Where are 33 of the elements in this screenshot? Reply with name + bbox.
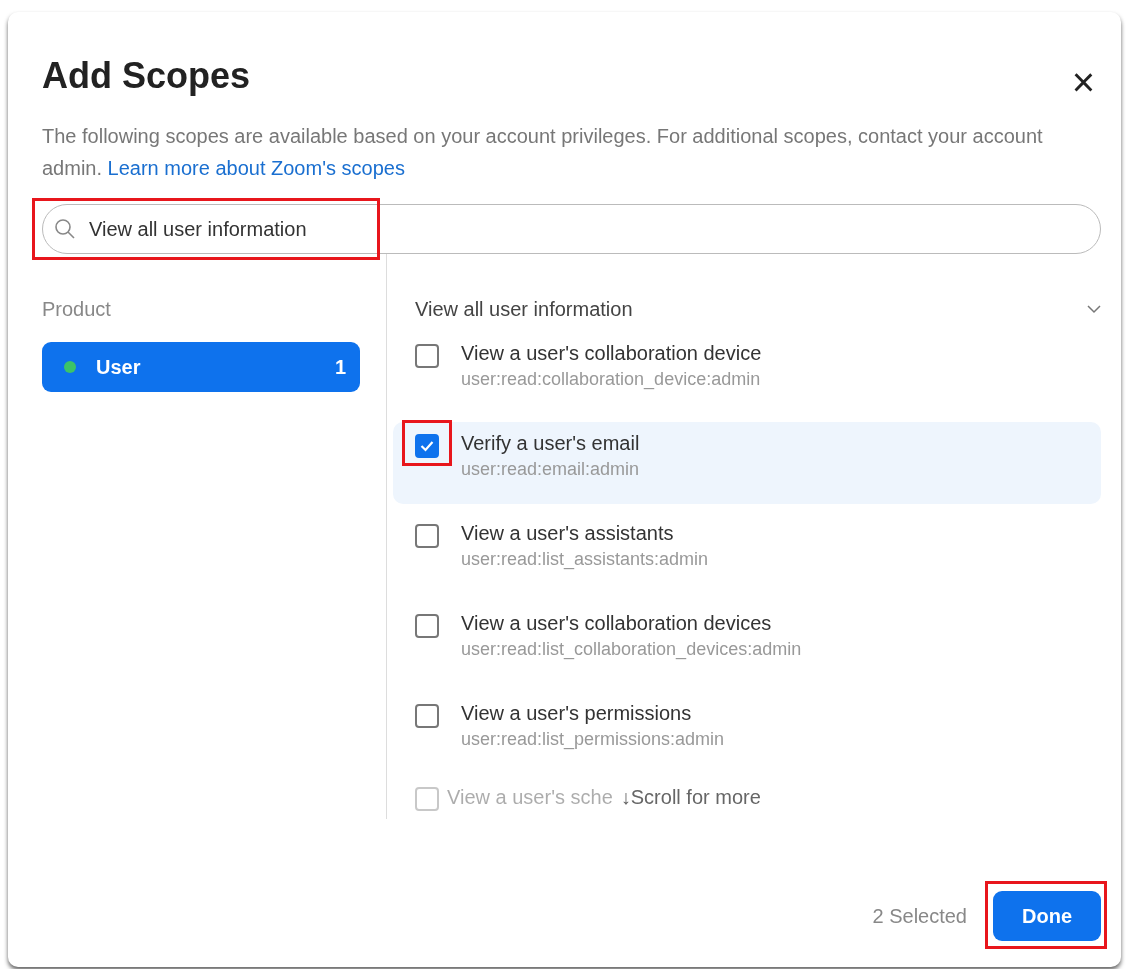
checkbox[interactable]	[415, 344, 439, 368]
scope-name: Verify a user's email	[461, 431, 640, 456]
scroll-hint: ↓Scroll for more	[620, 785, 761, 810]
checkbox[interactable]	[415, 524, 439, 548]
learn-more-link[interactable]: Learn more about Zoom's scopes	[107, 157, 405, 179]
scope-id: user:read:list_permissions:admin	[461, 728, 725, 752]
highlight-frame	[402, 420, 452, 466]
scope-id: user:read:list_collaboration_devices:admin	[461, 638, 802, 662]
selected-count: 2 Selected	[872, 904, 967, 929]
checkbox[interactable]	[415, 434, 439, 458]
checkbox[interactable]	[415, 704, 439, 728]
sidebar-item[interactable]: User 1	[42, 342, 360, 392]
group-title: View all user information	[415, 297, 633, 322]
checkbox[interactable]	[415, 614, 439, 638]
scope-name: View a user's collaboration device	[461, 341, 762, 366]
scope-id: user:read:email:admin	[461, 458, 640, 481]
scope-id: user:read:list_assistants:admin	[461, 548, 709, 572]
sidebar-label: User	[96, 355, 142, 380]
dialog-title: Add Scopes	[42, 56, 251, 96]
scope-name: View a user's permissions	[461, 701, 693, 726]
close-button[interactable]: ×	[1065, 62, 1101, 102]
search-icon	[54, 218, 76, 240]
item-count: 1	[334, 355, 346, 380]
search-field[interactable]: View all user information	[42, 204, 1101, 254]
check-icon	[420, 440, 434, 452]
chevron-icon[interactable]	[1087, 304, 1101, 314]
scope-name: View a user's assistants	[461, 521, 675, 546]
description-text: The following scopes are available based on your account privileges. For additional scopes, contact your account admin. Learn more about Zoom's scopes	[42, 124, 1044, 181]
scope-name: View a user's collaboration devices	[461, 611, 773, 636]
sidebar-heading: Product	[42, 297, 112, 322]
scope-id: user:read:collaboration_device:admin	[461, 368, 762, 392]
scope-name: View a user's sche	[447, 785, 613, 810]
done-button[interactable]: Done	[993, 891, 1101, 941]
